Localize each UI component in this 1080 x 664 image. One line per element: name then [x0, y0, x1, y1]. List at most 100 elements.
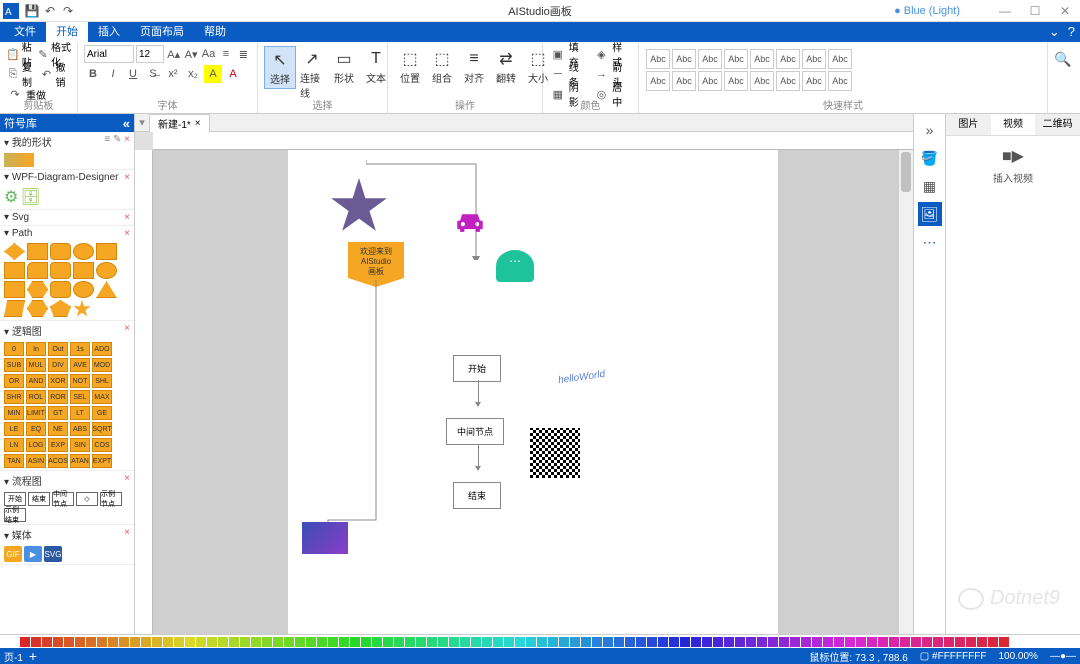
color-swatch[interactable]	[526, 637, 536, 647]
logic-btn-ave[interactable]: AVE	[70, 358, 90, 372]
color-swatch[interactable]	[636, 637, 646, 647]
tab-video[interactable]: 视频	[991, 114, 1036, 135]
color-swatch[interactable]	[42, 637, 52, 647]
menu-layout[interactable]: 页面布局	[130, 22, 194, 42]
logic-btn-in[interactable]: In	[26, 342, 46, 356]
quickstyle-item[interactable]: Abc	[828, 71, 852, 91]
logic-btn-mul[interactable]: MUL	[26, 358, 46, 372]
media-btn[interactable]: SVG	[44, 546, 62, 562]
color-swatch[interactable]	[823, 637, 833, 647]
quickstyle-item[interactable]: Abc	[672, 49, 696, 69]
color-swatch[interactable]	[108, 637, 118, 647]
color-swatch[interactable]	[988, 637, 998, 647]
flow-btn[interactable]: ◇	[76, 492, 98, 506]
color-swatch[interactable]	[977, 637, 987, 647]
quickstyle-item[interactable]: Abc	[646, 71, 670, 91]
logic-btn-gt[interactable]: GT	[48, 406, 68, 420]
document-tab[interactable]: 新建-1*×	[149, 114, 210, 132]
shape-button[interactable]: ▭形状	[328, 46, 360, 87]
color-swatch[interactable]	[427, 637, 437, 647]
color-swatch[interactable]	[691, 637, 701, 647]
italic-icon[interactable]: I	[104, 65, 122, 83]
page-indicator[interactable]: 页-1	[4, 649, 23, 664]
flip-button[interactable]: ⇄翻转	[490, 46, 522, 87]
color-swatch[interactable]	[339, 637, 349, 647]
redo-icon[interactable]: ↷	[60, 3, 76, 19]
color-swatch[interactable]	[955, 637, 965, 647]
color-swatch[interactable]	[647, 637, 657, 647]
quickstyle-item[interactable]: Abc	[698, 71, 722, 91]
color-swatch[interactable]	[812, 637, 822, 647]
arrow-icon[interactable]: →	[593, 65, 611, 83]
flow-btn[interactable]: 结束	[28, 492, 50, 506]
logic-btn-lt[interactable]: LT	[70, 406, 90, 420]
color-swatch[interactable]	[504, 637, 514, 647]
section-flow[interactable]: ▾ 流程图×	[0, 471, 134, 490]
section-media[interactable]: ▾ 媒体×	[0, 525, 134, 544]
flow-mid[interactable]: 中间节点	[446, 418, 504, 445]
canvas-qrcode[interactable]	[530, 428, 580, 478]
tab-close-icon[interactable]: ×	[195, 118, 201, 129]
logic-btn-ge[interactable]: GE	[92, 406, 112, 420]
select-button[interactable]: ↖选择	[264, 46, 296, 89]
shape-rect6[interactable]	[4, 281, 25, 298]
color-swatch[interactable]	[548, 637, 558, 647]
color-swatch[interactable]	[757, 637, 767, 647]
menu-insert[interactable]: 插入	[88, 22, 130, 42]
color-swatch[interactable]	[328, 637, 338, 647]
line-icon[interactable]: ─	[549, 65, 567, 83]
group-button[interactable]: ⬚组合	[426, 46, 458, 87]
color-swatch[interactable]	[878, 637, 888, 647]
add-page-icon[interactable]: +	[29, 648, 37, 664]
section-wpf[interactable]: ▾ WPF-Diagram-Designer×	[0, 170, 134, 185]
copy-icon[interactable]: ⎘	[6, 65, 20, 83]
flow-start[interactable]: 开始	[453, 355, 501, 382]
logic-btn-acos[interactable]: ACOS	[48, 454, 68, 468]
shape-rect7[interactable]	[4, 300, 25, 317]
menu-help[interactable]: 帮助	[194, 22, 236, 42]
logic-btn-cos[interactable]: COS	[92, 438, 112, 452]
strike-icon[interactable]: S̶	[144, 65, 162, 83]
shape-item[interactable]	[4, 153, 34, 167]
quickstyle-item[interactable]: Abc	[724, 49, 748, 69]
paste-icon[interactable]: 📋	[6, 45, 20, 63]
color-swatch[interactable]	[790, 637, 800, 647]
shape-circle[interactable]	[73, 243, 94, 260]
logic-btn-atan[interactable]: ATAN	[70, 454, 90, 468]
shape-hex2[interactable]	[27, 300, 48, 317]
color-swatch[interactable]	[75, 637, 85, 647]
media-btn[interactable]: ▶	[24, 546, 42, 562]
section-svg[interactable]: ▾ Svg×	[0, 210, 134, 225]
help-icon[interactable]: ?	[1068, 24, 1075, 40]
quickstyle-item[interactable]: Abc	[646, 49, 670, 69]
shape-tri[interactable]	[96, 281, 117, 298]
color-swatch[interactable]	[383, 637, 393, 647]
quickstyle-item[interactable]: Abc	[672, 71, 696, 91]
color-swatch[interactable]	[416, 637, 426, 647]
logic-btn-1s[interactable]: 1s	[70, 342, 90, 356]
page[interactable]: 欢迎来到 AIStudio 画板 开始 中间节点 结束 helloWorld	[288, 150, 778, 634]
color-swatch[interactable]	[999, 637, 1009, 647]
align-center-icon[interactable]: ≣	[236, 45, 251, 63]
logic-btn-shl[interactable]: SHL	[92, 374, 112, 388]
highlight-icon[interactable]: A	[204, 65, 222, 83]
color-swatch[interactable]	[493, 637, 503, 647]
sidebar-collapse-icon[interactable]: «	[123, 116, 130, 131]
color-swatch[interactable]	[31, 637, 41, 647]
logic-btn-log[interactable]: LOG	[26, 438, 46, 452]
format-icon[interactable]: ✎	[37, 45, 49, 63]
logic-btn-ror[interactable]: ROR	[48, 390, 68, 404]
color-swatch[interactable]	[64, 637, 74, 647]
color-swatch[interactable]	[570, 637, 580, 647]
color-swatch[interactable]	[196, 637, 206, 647]
font-grow-icon[interactable]: A▴	[166, 45, 181, 63]
canvas-image[interactable]	[302, 522, 348, 554]
vertical-scrollbar[interactable]	[899, 150, 913, 634]
color-swatch[interactable]	[735, 637, 745, 647]
canvas-dashboard-icon[interactable]	[496, 250, 534, 282]
logic-btn-sqrt[interactable]: SQRT	[92, 422, 112, 436]
logic-btn-limit[interactable]: LIMIT	[26, 406, 46, 420]
rail-image-icon[interactable]: 🖼	[918, 202, 942, 226]
logic-btn-asin[interactable]: ASIN	[26, 454, 46, 468]
color-swatch[interactable]	[966, 637, 976, 647]
